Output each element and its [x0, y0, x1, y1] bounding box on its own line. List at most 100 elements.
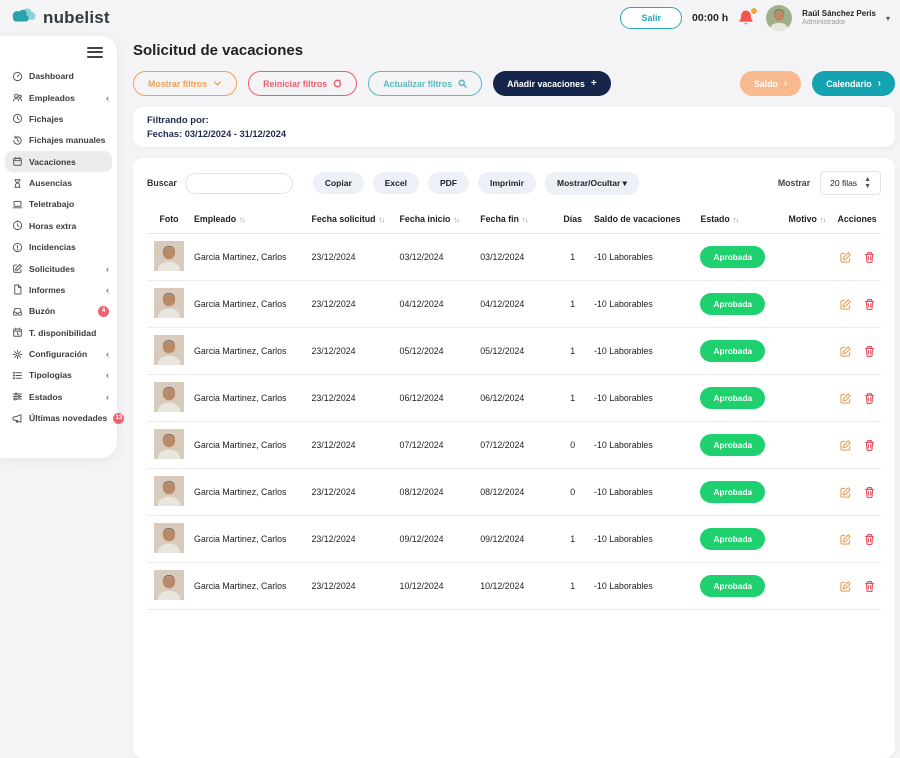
chevron-right-icon: › [784, 78, 787, 89]
column-header-fecha-fin[interactable]: Fecha fin↑↓ [477, 207, 554, 234]
calendar-button[interactable]: Calendario › [812, 71, 895, 96]
notifications-bell-icon[interactable] [738, 9, 756, 27]
pdf-button[interactable]: PDF [428, 172, 469, 194]
delete-icon[interactable] [863, 298, 876, 311]
cell-dias: 1 [554, 234, 591, 281]
cell-motivo [786, 375, 834, 422]
delete-icon[interactable] [863, 345, 876, 358]
cell-fecha-solicitud: 23/12/2024 [308, 328, 396, 375]
top-bar: nubelist Salir 00:00 h Raúl Sánchez Peri… [0, 0, 900, 36]
sidebar-item-buzon[interactable]: Buzón4 [0, 301, 117, 322]
menu-toggle-icon[interactable] [87, 47, 103, 58]
delete-icon[interactable] [863, 392, 876, 405]
document-icon [12, 284, 23, 295]
table-row: Garcia Martinez, Carlos23/12/202406/12/2… [147, 375, 881, 422]
sidebar-item-dashboard[interactable]: Dashboard [0, 66, 117, 87]
edit-icon[interactable] [839, 251, 852, 264]
vacations-table: FotoEmpleado↑↓Fecha solicitud↑↓Fecha ini… [147, 207, 881, 610]
edit-icon[interactable] [839, 298, 852, 311]
edit-icon[interactable] [839, 580, 852, 593]
delete-icon[interactable] [863, 439, 876, 452]
user-role: Administrador [802, 19, 876, 27]
chevron-right-icon: › [878, 78, 881, 89]
column-header-motivo[interactable]: Motivo↑↓ [786, 207, 834, 234]
copiar-button[interactable]: Copiar [313, 172, 364, 194]
table-row: Garcia Martinez, Carlos23/12/202405/12/2… [147, 328, 881, 375]
column-header-empleado[interactable]: Empleado↑↓ [191, 207, 308, 234]
sidebar-item-label: Horas extra [29, 221, 76, 231]
add-vacation-button[interactable]: Añadir vacaciones + [493, 71, 611, 96]
edit-icon[interactable] [839, 533, 852, 546]
delete-icon[interactable] [863, 486, 876, 499]
notification-dot [750, 7, 758, 15]
sidebar-item-fichajes-manuales[interactable]: Fichajes manuales [0, 130, 117, 151]
sidebar-item-label: Incidencias [29, 242, 76, 252]
sidebar-item-solicitudes[interactable]: Solicitudes ‹ [0, 258, 117, 279]
employee-photo [154, 451, 184, 461]
sidebar-item-vacaciones[interactable]: Vacaciones [5, 151, 112, 172]
sidebar-item-label: Solicitudes [29, 264, 75, 274]
user-menu[interactable]: Raúl Sánchez Peris Administrador [802, 9, 876, 27]
table-row: Garcia Martinez, Carlos23/12/202407/12/2… [147, 422, 881, 469]
reset-filters-button[interactable]: Reiniciar filtros [248, 71, 357, 96]
edit-square-icon [12, 263, 23, 274]
edit-icon[interactable] [839, 345, 852, 358]
search-icon [458, 79, 467, 88]
delete-icon[interactable] [863, 251, 876, 264]
excel-button[interactable]: Excel [373, 172, 419, 194]
sidebar-item-ultimas-novedades[interactable]: Últimas novedades13 [0, 408, 117, 429]
cell-fecha-inicio: 04/12/2024 [397, 281, 478, 328]
nubelist-logo[interactable]: nubelist [10, 6, 110, 30]
show-filters-button[interactable]: Mostrar filtros [133, 71, 237, 96]
employee-photo [154, 310, 184, 320]
edit-icon[interactable] [839, 486, 852, 499]
edit-icon[interactable] [839, 392, 852, 405]
sidebar-item-ausencias[interactable]: Ausencias [0, 172, 117, 193]
cell-fecha-inicio: 06/12/2024 [397, 375, 478, 422]
column-header-saldo-de-vacaciones: Saldo de vacaciones [591, 207, 697, 234]
user-menu-caret-icon[interactable]: ▾ [886, 14, 890, 23]
edit-icon[interactable] [839, 439, 852, 452]
sidebar-item-t-disponibilidad[interactable]: T. disponibilidad [0, 322, 117, 343]
column-header-fecha-inicio[interactable]: Fecha inicio↑↓ [397, 207, 478, 234]
sidebar-item-fichajes[interactable]: Fichajes [0, 108, 117, 129]
column-header-fecha-solicitud[interactable]: Fecha solicitud↑↓ [308, 207, 396, 234]
employee-photo [154, 404, 184, 414]
delete-icon[interactable] [863, 580, 876, 593]
sidebar-item-estados[interactable]: Estados‹ [0, 386, 117, 407]
sidebar-item-empleados[interactable]: Empleados‹ [0, 87, 117, 108]
sidebar-item-informes[interactable]: Informes‹ [0, 279, 117, 300]
column-header-acciones: Acciones [833, 207, 881, 234]
search-input[interactable] [185, 173, 293, 194]
table-row: Garcia Martinez, Carlos23/12/202404/12/2… [147, 281, 881, 328]
update-filters-button[interactable]: Actualizar filtros [368, 71, 482, 96]
sidebar-item-teletrabajo[interactable]: Teletrabajo [0, 194, 117, 215]
brand-name: nubelist [43, 8, 110, 28]
sliders-icon [12, 391, 23, 402]
cell-empleado: Garcia Martinez, Carlos [191, 516, 308, 563]
row-actions [836, 392, 878, 405]
mostrar-ocultar-button[interactable]: Mostrar/Ocultar ▾ [545, 172, 639, 195]
sidebar-item-horas-extra[interactable]: Horas extra [0, 215, 117, 236]
cell-motivo [786, 516, 834, 563]
sidebar-item-tipologias[interactable]: Tipologías‹ [0, 365, 117, 386]
rows-per-page-select[interactable]: 20 filas ▲▼ [820, 171, 881, 195]
user-avatar[interactable] [766, 5, 792, 31]
chevron-left-icon: ‹ [106, 264, 109, 274]
imprimir-button[interactable]: Imprimir [478, 172, 536, 194]
saldo-button[interactable]: Saldo › [740, 71, 801, 96]
count-badge: 13 [113, 413, 124, 424]
filter-value: Fechas: 03/12/2024 - 31/12/2024 [147, 129, 881, 139]
cell-dias: 1 [554, 563, 591, 610]
cell-motivo [786, 469, 834, 516]
row-actions [836, 486, 878, 499]
column-header-estado[interactable]: Estado↑↓ [697, 207, 785, 234]
updown-icon: ▲▼ [864, 176, 871, 190]
logout-button[interactable]: Salir [620, 7, 682, 29]
delete-icon[interactable] [863, 533, 876, 546]
sidebar-item-incidencias[interactable]: Incidencias [0, 237, 117, 258]
cell-empleado: Garcia Martinez, Carlos [191, 328, 308, 375]
cell-saldo: -10 Laborables [591, 469, 697, 516]
row-actions [836, 439, 878, 452]
sidebar-item-configuracion[interactable]: Configuración‹ [0, 343, 117, 364]
